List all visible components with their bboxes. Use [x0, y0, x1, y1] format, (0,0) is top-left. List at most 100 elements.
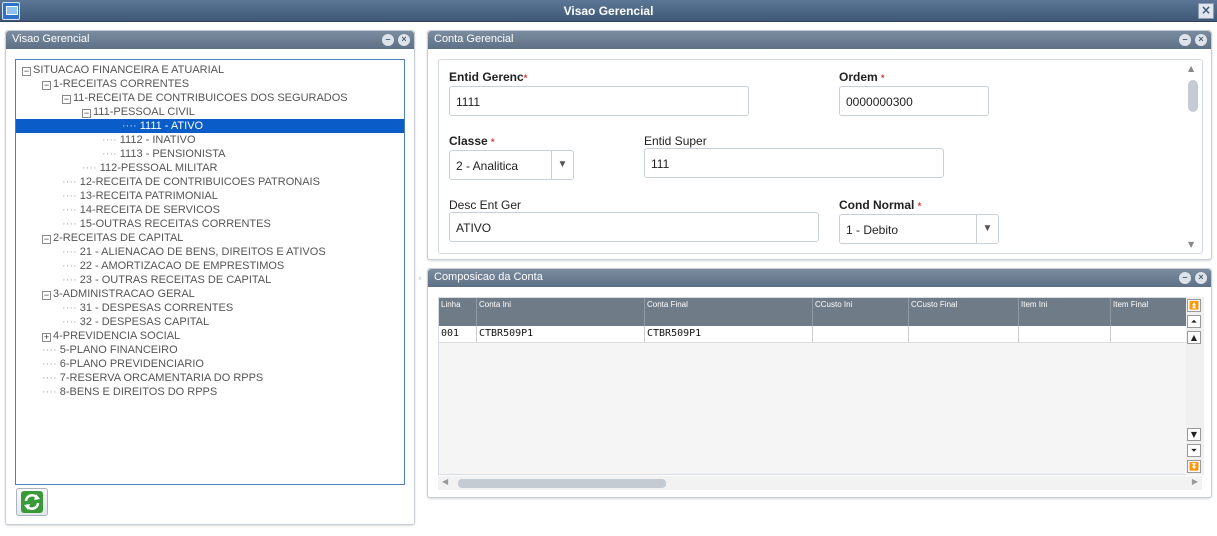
window-close-button[interactable]: × — [1198, 3, 1214, 19]
close-button[interactable]: × — [1195, 34, 1207, 46]
page-down-icon[interactable]: ⏷ — [1187, 444, 1201, 457]
entid-gerenc-input[interactable]: 1111 — [449, 86, 749, 116]
tree-node[interactable]: ···· 1113 - PENSIONISTA — [102, 147, 225, 161]
tree-connector: ···· — [82, 162, 100, 174]
composicao-panel-header: Composicao da Conta – × — [428, 269, 1211, 287]
tree-connector: ···· — [62, 246, 80, 258]
tree-node[interactable]: ···· 1111 - ATIVO — [16, 119, 404, 133]
form-vertical-scrollbar[interactable]: ▲ ▼ — [1186, 62, 1200, 251]
tree-node[interactable]: ···· 112-PESSOAL MILITAR — [82, 161, 218, 175]
tree-panel: Visao Gerencial – × − SITUACAO FINANCEIRA… — [5, 30, 415, 525]
tree-connector: ···· — [62, 260, 80, 272]
classe-value: 2 - Analitica — [456, 159, 519, 173]
conta-gerencial-panel: Conta Gerencial – × Entid Gerenc* 1111 O… — [427, 30, 1212, 260]
tree-node[interactable]: ···· 31 - DESPESAS CORRENTES — [62, 301, 233, 315]
column-header[interactable]: Conta Final — [645, 298, 813, 326]
next-record-icon[interactable]: ▼ — [1187, 428, 1201, 441]
collapse-icon[interactable]: − — [42, 291, 51, 300]
tree-node[interactable]: +4-PREVIDENCIA SOCIAL — [42, 329, 180, 343]
tree-node[interactable]: ···· 6-PLANO PREVIDENCIARIO — [42, 357, 204, 371]
tree-node-label: 31 - DESPESAS CORRENTES — [79, 302, 234, 314]
table-cell[interactable] — [1111, 326, 1187, 342]
entid-super-input[interactable]: 111 — [644, 148, 944, 178]
tree-node[interactable]: ···· 32 - DESPESAS CAPITAL — [62, 315, 209, 329]
minimize-button[interactable]: – — [382, 34, 394, 46]
table-cell[interactable] — [1019, 326, 1111, 342]
close-button[interactable]: × — [1195, 272, 1207, 284]
column-header[interactable]: Item Final — [1111, 298, 1187, 326]
tree-node-label: 1112 - INATIVO — [119, 134, 196, 146]
table-row[interactable]: 001 CTBR509P1 CTBR509P1 — [439, 326, 1187, 343]
column-header[interactable]: CCusto Ini — [813, 298, 909, 326]
conta-panel-title: Conta Gerencial — [434, 33, 514, 45]
column-header[interactable]: Linha — [439, 298, 477, 326]
last-record-icon[interactable]: ⏬ — [1187, 460, 1201, 473]
table-cell[interactable]: CTBR509P1 — [645, 326, 813, 342]
grid-horizontal-scrollbar[interactable]: ◀ ▶ — [438, 476, 1202, 490]
table-cell[interactable]: 001 — [439, 326, 477, 342]
classe-select[interactable]: 2 - Analitica ▼ — [449, 150, 574, 180]
table-cell[interactable]: CTBR509P1 — [477, 326, 645, 342]
tree-node-label: 8-BENS E DIREITOS DO RPPS — [59, 386, 218, 398]
account-tree[interactable]: − SITUACAO FINANCEIRA E ATUARIAL −1-RECEIT… — [15, 59, 405, 485]
scroll-thumb[interactable] — [1188, 80, 1198, 112]
table-cell[interactable] — [813, 326, 909, 342]
tree-node-label: 5-PLANO FINANCEIRO — [59, 344, 178, 356]
first-record-icon[interactable]: ⏫ — [1187, 299, 1201, 312]
column-header[interactable]: CCusto Final — [909, 298, 1019, 326]
entid-super-label: Entid Super — [644, 134, 707, 148]
tree-node-label: 2-RECEITAS DE CAPITAL — [53, 232, 184, 244]
desc-ent-ger-input[interactable]: ATIVO — [449, 212, 819, 242]
collapse-icon[interactable]: − — [62, 95, 71, 104]
tree-connector: ···· — [122, 120, 140, 132]
tree-node[interactable]: ···· 8-BENS E DIREITOS DO RPPS — [42, 385, 217, 399]
cond-normal-select[interactable]: 1 - Debito ▼ — [839, 214, 999, 244]
tree-node-label: 1111 - ATIVO — [139, 120, 204, 132]
tree-node[interactable]: ···· 15-OUTRAS RECEITAS CORRENTES — [62, 217, 271, 231]
tree-node[interactable]: −11-RECEITA DE CONTRIBUICOES DOS SEGURAD… — [62, 91, 348, 105]
grid-header: Linha Conta Ini Conta Final CCusto Ini CCust… — [439, 298, 1187, 326]
tree-node-label: 13-RECEITA PATRIMONIAL — [79, 190, 218, 202]
tree-node[interactable]: ···· 22 - AMORTIZACAO DE EMPRESTIMOS — [62, 259, 284, 273]
tree-node[interactable]: ···· 13-RECEITA PATRIMONIAL — [62, 189, 218, 203]
tree-node[interactable]: −1-RECEITAS CORRENTES — [42, 77, 189, 91]
tree-connector: ···· — [62, 218, 80, 230]
refresh-icon — [21, 491, 43, 513]
composicao-grid[interactable]: Linha Conta Ini Conta Final CCusto Ini CCust… — [438, 297, 1188, 475]
page-up-icon[interactable]: ⏶ — [1187, 315, 1201, 328]
tree-node[interactable]: ···· 23 - OUTRAS RECEITAS DE CAPITAL — [62, 273, 271, 287]
tree-node[interactable]: − SITUACAO FINANCEIRA E ATUARIAL — [22, 63, 224, 77]
column-header[interactable]: Conta Ini — [477, 298, 645, 326]
tree-node[interactable]: ···· 21 - ALIENACAO DE BENS, DIREITOS E … — [62, 245, 326, 259]
tree-connector: ···· — [42, 372, 60, 384]
tree-connector: ···· — [102, 134, 120, 146]
ordem-input[interactable]: 0000000300 — [839, 86, 989, 116]
window-title: Visao Gerencial — [563, 4, 654, 18]
tree-node[interactable]: ···· 7-RESERVA ORCAMENTARIA DO RPPS — [42, 371, 263, 385]
tree-node[interactable]: ···· 1112 - INATIVO — [102, 133, 196, 147]
ordem-label: Ordem * — [839, 70, 885, 84]
collapse-icon[interactable]: − — [42, 235, 51, 244]
expand-icon[interactable]: + — [42, 333, 51, 342]
collapse-icon[interactable]: − — [22, 67, 31, 76]
minimize-button[interactable]: – — [1179, 34, 1191, 46]
previous-record-icon[interactable]: ▲ — [1187, 331, 1201, 344]
tree-node-label: 14-RECEITA DE SERVICOS — [79, 204, 220, 216]
tree-node[interactable]: −3-ADMINISTRACAO GERAL — [42, 287, 195, 301]
panel-splitter[interactable]: ‹ — [418, 30, 424, 530]
collapse-icon[interactable]: − — [42, 81, 51, 90]
tree-node[interactable]: −2-RECEITAS DE CAPITAL — [42, 231, 183, 245]
tree-node[interactable]: ···· 14-RECEITA DE SERVICOS — [62, 203, 220, 217]
tree-node[interactable]: ···· 12-RECEITA DE CONTRIBUICOES PATRONA… — [62, 175, 320, 189]
column-header[interactable]: Item Ini — [1019, 298, 1111, 326]
tree-connector: ···· — [62, 316, 80, 328]
table-cell[interactable] — [909, 326, 1019, 342]
minimize-button[interactable]: – — [1179, 272, 1191, 284]
close-button[interactable]: × — [398, 34, 410, 46]
tree-node[interactable]: −111-PESSOAL CIVIL — [82, 105, 195, 119]
tree-node-label: 22 - AMORTIZACAO DE EMPRESTIMOS — [79, 260, 285, 272]
collapse-icon[interactable]: − — [82, 109, 91, 118]
refresh-button[interactable] — [16, 488, 48, 516]
tree-node[interactable]: ···· 5-PLANO FINANCEIRO — [42, 343, 178, 357]
horizontal-scroll-thumb[interactable] — [458, 479, 666, 488]
